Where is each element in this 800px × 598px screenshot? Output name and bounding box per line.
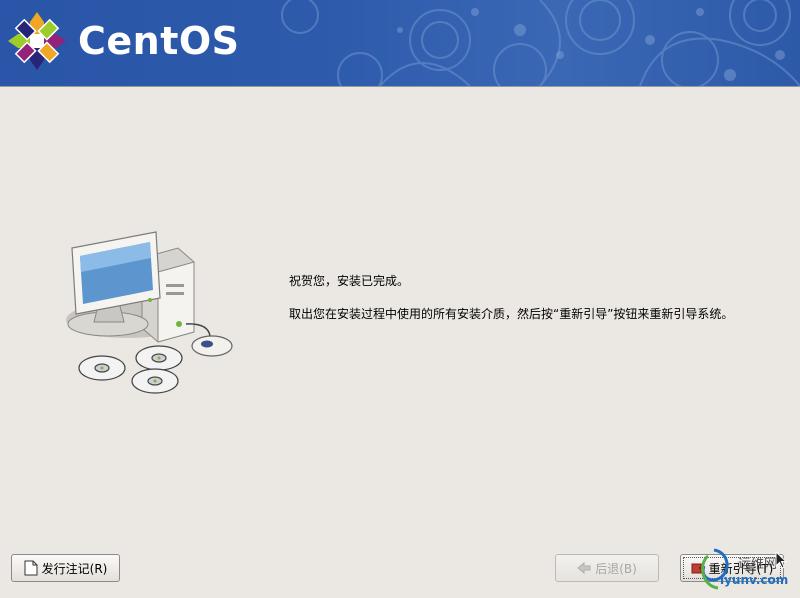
centos-logo-icon: [8, 12, 66, 70]
back-label: 后退(B): [595, 561, 637, 576]
computer-with-discs-icon: [66, 231, 233, 394]
mouse-pointer-icon: [775, 551, 787, 569]
release-notes-label: 发行注记(R): [41, 561, 108, 576]
header-banner: CentOS: [0, 0, 800, 86]
brand-name: CentOS: [78, 19, 240, 63]
watermark-bottom-text: iyunv.com: [720, 573, 789, 587]
back-button[interactable]: 后退(B): [555, 554, 659, 582]
congratulations-text: 祝贺您，安装已完成。: [289, 274, 410, 288]
watermark-top-text: 运维网: [738, 557, 778, 572]
header-divider: [0, 86, 800, 87]
release-notes-button[interactable]: 发行注记(R): [11, 554, 120, 582]
arrow-left-icon: [577, 562, 591, 574]
reboot-instruction-text: 取出您在安装过程中使用的所有安装介质，然后按“重新引导”按钮来重新引导系统。: [289, 307, 734, 321]
document-icon: [24, 560, 38, 576]
